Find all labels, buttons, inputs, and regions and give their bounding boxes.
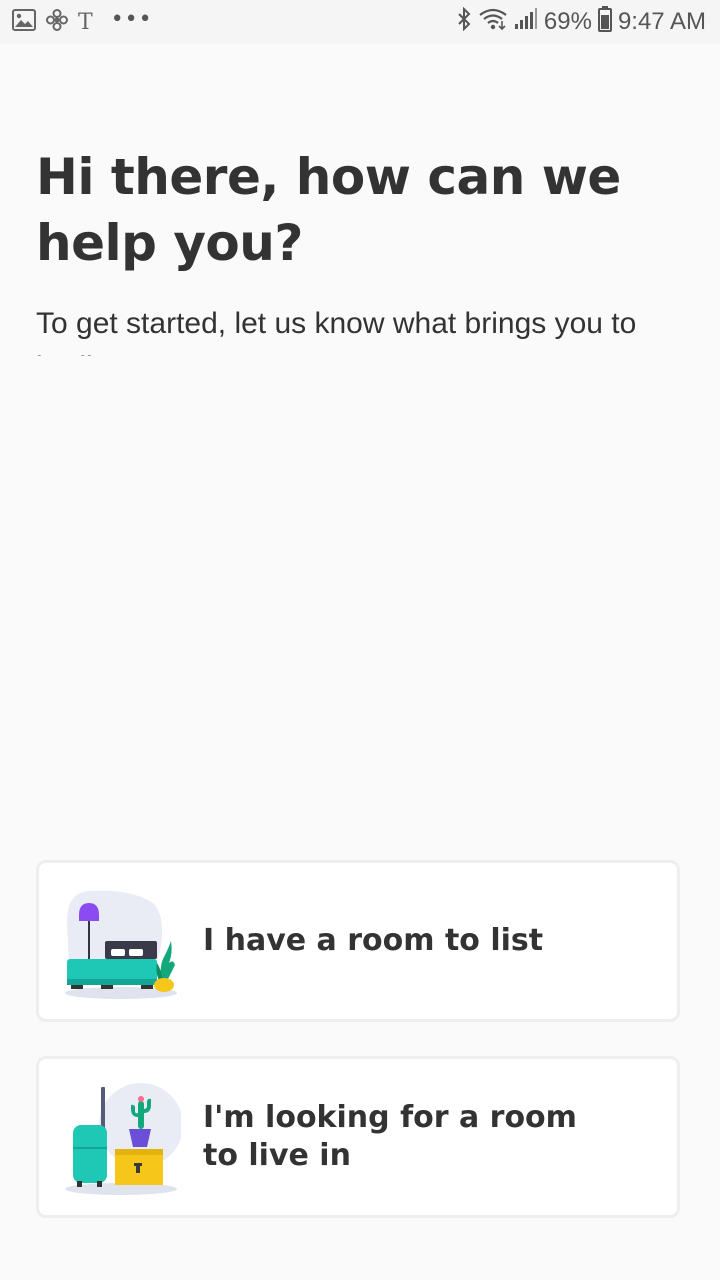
status-right-icons: 69% 9:47 AM: [456, 5, 706, 39]
battery-icon: [597, 5, 612, 39]
status-bar: T ••• 69% 9:47 AM: [0, 0, 720, 44]
moving-box-illustration-icon: [61, 1077, 183, 1197]
option-find-room[interactable]: I'm looking for a room to live in: [36, 1056, 680, 1218]
option-label: I'm looking for a room to live in: [203, 1100, 577, 1173]
option-label: I have a room to list: [203, 923, 544, 958]
wifi-icon: [478, 7, 508, 38]
fan-icon: [46, 9, 68, 35]
gallery-icon: [12, 9, 36, 35]
status-left-icons: T •••: [12, 6, 153, 36]
more-dots-icon: •••: [110, 6, 153, 32]
signal-icon: [514, 7, 538, 38]
battery-percent: 69%: [543, 8, 592, 35]
bluetooth-icon: [456, 6, 472, 38]
subtitle-container: To get started, let us know what brings …: [36, 302, 676, 356]
page-title: Hi there, how can we help you?: [36, 148, 621, 272]
t-icon: T: [78, 9, 93, 35]
page-subtitle: To get started, let us know what brings …: [36, 307, 637, 356]
bedroom-illustration-icon: [61, 881, 181, 1001]
clock: 9:47 AM: [617, 8, 706, 35]
option-list-room[interactable]: I have a room to list: [36, 860, 680, 1022]
